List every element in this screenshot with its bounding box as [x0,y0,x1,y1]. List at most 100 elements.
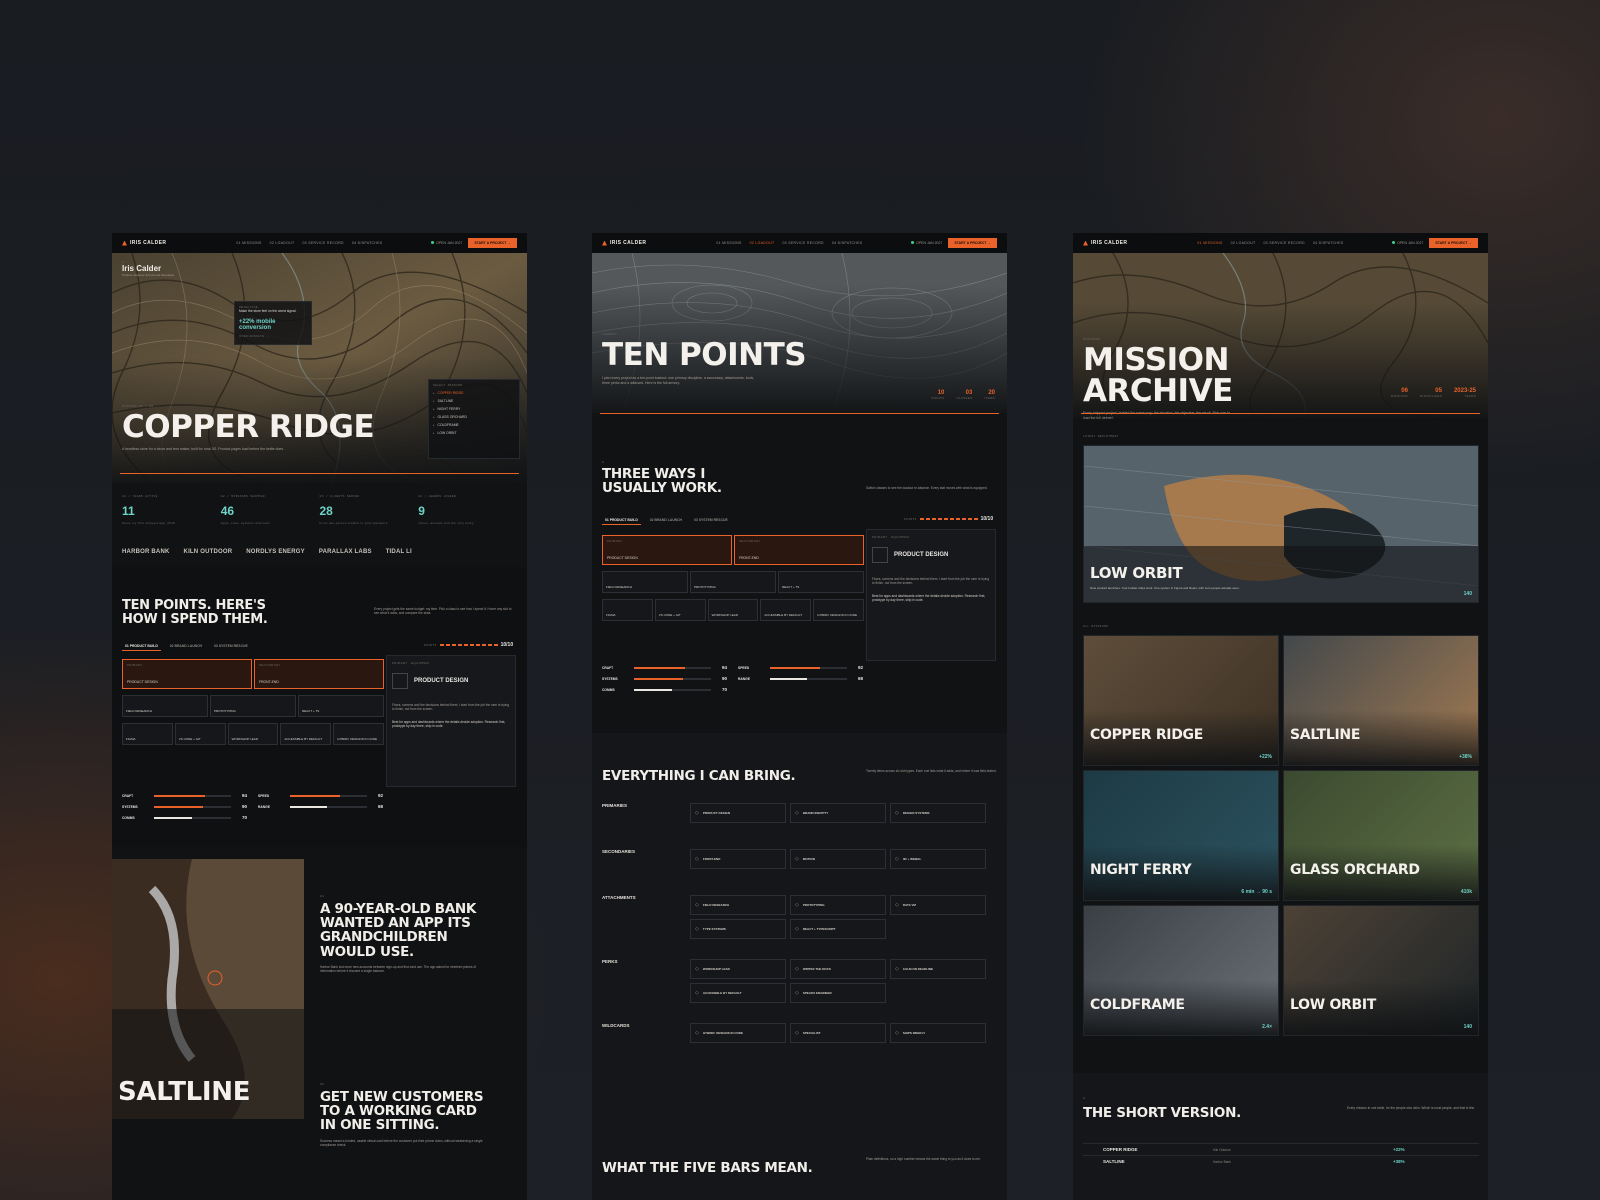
points-segments [919,518,978,520]
missions-table-row[interactable]: COPPER RIDGE Kiln Outdoor +22% [1083,1143,1479,1155]
mission-tile[interactable]: NIGHT FERRY 6 min → 90 s [1083,770,1279,901]
armory-item[interactable]: ◇ REACT + TYPESCRIPT [790,919,886,939]
loadout-slot[interactable]: FIGMA [602,599,653,621]
stat-bar-row: SYSTEMS 90 [122,804,247,809]
armory-item[interactable]: ◇ DATA VIZ [890,895,986,915]
status-dot-icon [1392,241,1396,244]
armory-item[interactable]: ◇ SHIPS WEEKLY [890,1023,986,1043]
loadout-slot[interactable]: HYBRID: DESIGNS IN CODE [813,599,864,621]
loadout-slot[interactable]: VS CODE + GIT [174,723,226,745]
mission-select-item[interactable]: ▸ COLDFRAME [433,423,515,427]
stat-bar-track [634,666,711,669]
nav-link-record[interactable]: 03 SERVICE RECORD [1263,241,1304,245]
mission-select-item[interactable]: ▸ GLASS ORCHARD [433,415,515,419]
loadout-slot[interactable]: HYBRID: DESIGNS IN CODE [333,723,384,745]
mission-select-item[interactable]: ▸ COPPER RIDGE [433,391,515,395]
loadout-slot[interactable]: WORKSHOP LEAD [707,599,759,621]
mission-select-bullet-icon: ▸ [433,407,435,411]
brand-logo[interactable]: IRIS CALDER [1083,240,1127,246]
armory-item[interactable]: ◇ FIELD RESEARCH [690,895,786,915]
mission-tile[interactable]: SALTLINE +38% [1283,635,1479,766]
detail-card-description: Flows, screens and the decisions behind … [392,703,510,712]
slot-primary[interactable]: PRIMARY PRODUCT DESIGN [122,659,252,689]
loadout-slot[interactable]: ACCESSIBLE BY DEFAULT [760,599,812,621]
slot-primary[interactable]: PRIMARY PRODUCT DESIGN [602,535,732,565]
missions-table-row[interactable]: SALTLINE Harbor Bank +38% [1083,1155,1479,1167]
mission-tile[interactable]: COPPER RIDGE +22% [1083,635,1279,766]
loadout-slot[interactable]: ACCESSIBLE BY DEFAULT [280,723,332,745]
armory-item[interactable]: ◇ FRONT-END [690,849,786,869]
armory-item[interactable]: ◇ HYBRID: DESIGNS IN CODE [690,1023,786,1043]
armory-item-label: SPECIALIST [802,1031,821,1035]
mission-tile[interactable]: COLDFRAME 2.4× [1083,905,1279,1036]
nav-link-missions[interactable]: 01 MISSIONS [716,241,741,245]
mission-tile[interactable]: LOW ORBIT 140 [1283,905,1479,1036]
mission-select-item[interactable]: ▸ NIGHT FERRY [433,407,515,411]
armory-item[interactable]: ◇ WRITES THE DOCS [790,959,886,979]
nav-link-loadout[interactable]: 02 LOADOUT [750,241,775,245]
armory-item[interactable]: ◇ TYPE SYSTEMS [690,919,786,939]
loadout-slot[interactable]: FIELD RESEARCH [122,695,208,717]
nav-link-record[interactable]: 03 SERVICE RECORD [302,241,343,245]
case1-number: 01 [320,895,325,898]
nav-link-missions[interactable]: 01 MISSIONS [1197,241,1222,245]
armory-item[interactable]: ◇ WORKSHOP LEAD [690,959,786,979]
mission-tile[interactable]: GLASS ORCHARD 410k [1283,770,1479,901]
loadout-slot[interactable]: PROTOTYPING [690,571,776,593]
start-project-button[interactable]: START A PROJECT → [468,238,517,248]
class-tab[interactable]: 02 BRAND LAUNCH [647,516,685,525]
featured-mission-card[interactable]: LOW ORBIT Nine product launches. Your bu… [1083,445,1479,603]
nav-link-loadout[interactable]: 02 LOADOUT [1231,241,1256,245]
slot-secondary[interactable]: SECONDARY FRONT-END [734,535,864,565]
class-tab[interactable]: 01 PRODUCT BUILD [602,516,641,525]
nav-link-dispatches[interactable]: 04 DISPATCHES [832,241,863,245]
armory-item[interactable]: ◇ BRAND IDENTITY [790,803,886,823]
armory-item[interactable]: ◇ PRODUCT DESIGN [690,803,786,823]
armory-category: ATTACHMENTS [602,895,636,900]
armory-item[interactable]: ◇ 3D + WEBGL [890,849,986,869]
loadout-slot[interactable]: FIELD RESEARCH [602,571,688,593]
brand-logo[interactable]: IRIS CALDER [602,240,646,246]
loadout-slot[interactable]: PROTOTYPING [210,695,296,717]
loadout-slot[interactable]: REACT + TS [778,571,864,593]
brand-logo[interactable]: IRIS CALDER [122,240,166,246]
mission-select-item[interactable]: ▸ SALTLINE [433,399,515,403]
nav-link-dispatches[interactable]: 04 DISPATCHES [352,241,383,245]
slot-item-label: FIELD RESEARCH [126,709,153,713]
armory-item[interactable]: ◇ SPECIALIST [790,1023,886,1043]
armory-item-label: SPEAKS ENGINEER [802,991,832,995]
mission-select-item[interactable]: ▸ LOW ORBIT [433,431,515,435]
class-tab[interactable]: 03 SYSTEM RESCUE [691,516,731,525]
status-text: OPEN JAN 2027 [436,241,463,245]
tooltip-link[interactable]: OPEN MISSION → [239,334,307,338]
nav-link-record[interactable]: 03 SERVICE RECORD [782,241,823,245]
nav-link-loadout[interactable]: 02 LOADOUT [270,241,295,245]
slot-secondary[interactable]: SECONDARY FRONT-END [254,659,384,689]
stat-bar-track [290,805,367,808]
saltline-feature-image[interactable]: SALTLINE [112,859,304,1119]
armory-item[interactable]: ◇ MOTION [790,849,886,869]
armory-item[interactable]: ◇ DESIGN SYSTEMS [890,803,986,823]
mission-select-bullet-icon: ▸ [433,423,435,427]
loadout-slot[interactable]: FIGMA [122,723,173,745]
loadout-slot[interactable]: REACT + TS [298,695,384,717]
nav-link-dispatches[interactable]: 04 DISPATCHES [1313,241,1344,245]
armory-row: ATTACHMENTS ◇ FIELD RESEARCH ◇ PROTOTYPING ◇ D… [602,895,1000,939]
hero-stat-label: POINTS [931,396,945,400]
armory-item[interactable]: ◇ ACCESSIBLE BY DEFAULT [690,983,786,1003]
armory-item[interactable]: ◇ CALM ON DEADLINE [890,959,986,979]
loadout-slot[interactable]: WORKSHOP LEAD [227,723,279,745]
loadout-grid: PRIMARY PRODUCT DESIGN SECONDARY FRONT-END… [602,535,864,621]
armory-item[interactable]: ◇ SPEAKS ENGINEER [790,983,886,1003]
armory-item[interactable]: ◇ PROTOTYPING [790,895,886,915]
class-tab[interactable]: 01 PRODUCT BUILD [122,642,161,651]
class-tab[interactable]: 03 SYSTEM RESCUE [211,642,251,651]
start-project-button[interactable]: START A PROJECT → [948,238,997,248]
stat-label: 02 / MISSIONS SHIPPED [220,495,265,498]
nav-link-missions[interactable]: 01 MISSIONS [236,241,261,245]
loadout-slot[interactable]: VS CODE + GIT [654,599,706,621]
armory-items: ◇ HYBRID: DESIGNS IN CODE ◇ SPECIALIST ◇ SHIP… [690,1023,990,1043]
slot-item-label: FIELD RESEARCH [606,585,633,589]
class-tab[interactable]: 02 BRAND LAUNCH [167,642,205,651]
start-project-button[interactable]: START A PROJECT → [1429,238,1478,248]
